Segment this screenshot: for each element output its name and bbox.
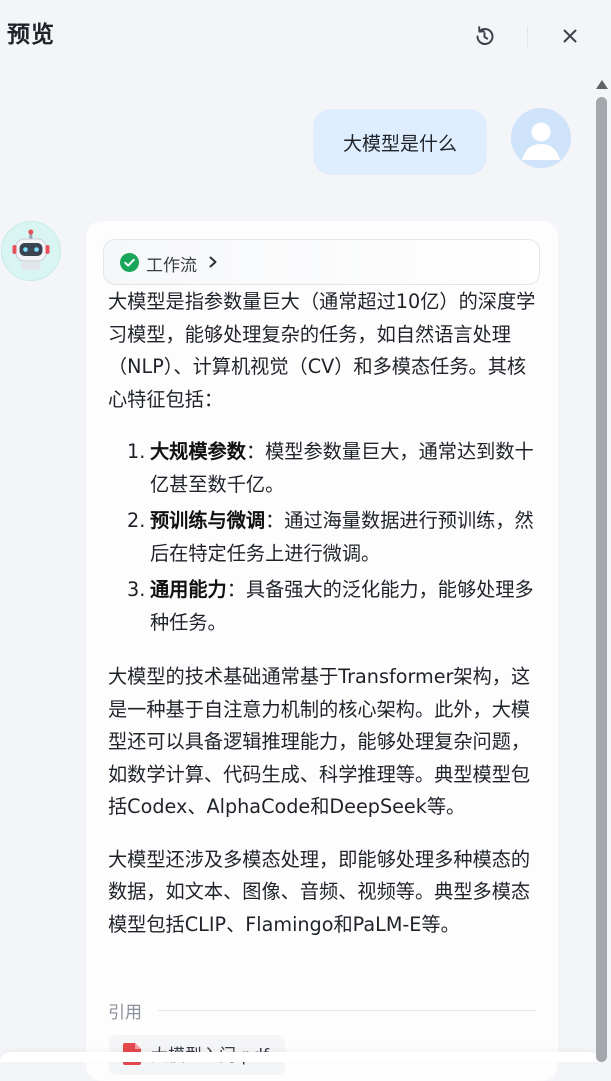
- list-item-title: 大规模参数: [150, 440, 246, 463]
- refresh-button[interactable]: [471, 23, 498, 50]
- page-title: 预览: [7, 22, 55, 48]
- list-item: 2. 预训练与微调：通过海量数据进行预训练，然后在特定任务上进行微调。: [108, 505, 540, 570]
- input-area: [0, 1052, 600, 1062]
- multimodal-paragraph: 大模型还涉及多模态处理，即能够处理多种模态的数据，如文本、图像、音频、视频等。典…: [108, 847, 531, 936]
- user-avatar: [511, 108, 571, 168]
- citation-divider: [158, 1010, 536, 1011]
- scrollbar-thumb[interactable]: [596, 97, 607, 1062]
- list-item-title: 通用能力: [150, 578, 227, 601]
- user-message-text: 大模型是什么: [342, 132, 457, 155]
- bot-message-content: 大模型是指参数量巨大（通常超过10亿）的深度学习模型，能够处理复杂的任务，如自然…: [108, 286, 540, 941]
- list-number: 3.: [127, 578, 146, 601]
- architecture-paragraph: 大模型的技术基础通常基于Transformer架构，这是一种基于自注意力机制的核…: [108, 665, 531, 818]
- list-item-title: 预训练与微调: [150, 509, 266, 532]
- citation-section: 引用: [108, 996, 536, 1024]
- header: 预览: [0, 0, 611, 66]
- header-divider: [527, 26, 528, 48]
- close-button[interactable]: [558, 24, 582, 48]
- workflow-label: 工作流: [146, 256, 197, 276]
- refresh-icon: [476, 26, 494, 45]
- robot-icon: [12, 229, 50, 270]
- close-icon: [563, 29, 577, 43]
- bot-avatar: [1, 221, 61, 281]
- check-circle-icon: [120, 253, 139, 272]
- scroll-up-arrow-icon[interactable]: [595, 78, 609, 90]
- chevron-right-icon: [209, 256, 217, 268]
- list-item: 3. 通用能力：具备强大的泛化能力，能够处理多种任务。: [108, 574, 540, 639]
- list-number: 2.: [127, 509, 146, 532]
- feature-list: 1. 大规模参数：模型参数量巨大，通常达到数十亿甚至数千亿。 2. 预训练与微调…: [108, 436, 540, 639]
- list-item: 1. 大规模参数：模型参数量巨大，通常达到数十亿甚至数千亿。: [108, 436, 540, 501]
- workflow-toggle[interactable]: 工作流: [103, 239, 540, 285]
- user-avatar-icon: [511, 108, 571, 168]
- intro-paragraph: 大模型是指参数量巨大（通常超过10亿）的深度学习模型，能够处理复杂的任务，如自然…: [108, 290, 536, 411]
- citation-label: 引用: [108, 1003, 142, 1023]
- list-number: 1.: [127, 440, 146, 463]
- user-message-bubble: 大模型是什么: [313, 109, 487, 175]
